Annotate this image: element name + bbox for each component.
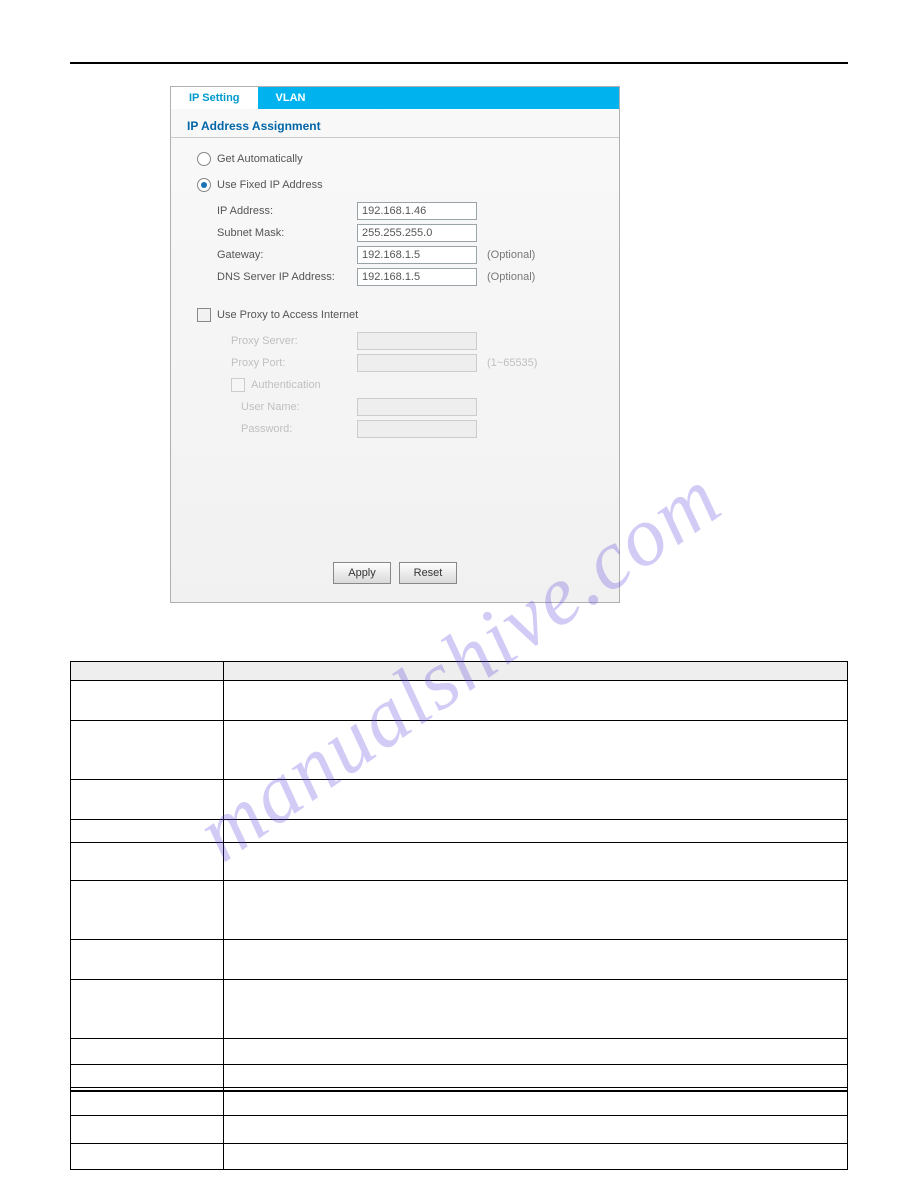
table-row xyxy=(71,681,847,721)
reset-button[interactable]: Reset xyxy=(399,562,457,584)
table-row xyxy=(71,881,847,940)
top-rule xyxy=(70,62,848,64)
table-row xyxy=(71,843,847,881)
auth-label: Authentication xyxy=(251,379,321,391)
table-row xyxy=(71,780,847,820)
settings-panel: IP Setting VLAN IP Address Assignment Ge… xyxy=(170,86,620,603)
dns-input[interactable]: 192.168.1.5 xyxy=(357,268,477,286)
gateway-input[interactable]: 192.168.1.5 xyxy=(357,246,477,264)
ip-address-label: IP Address: xyxy=(217,205,357,217)
proxy-port-hint: (1~65535) xyxy=(487,357,537,369)
username-input xyxy=(357,398,477,416)
table-row xyxy=(71,940,847,980)
radio-icon xyxy=(197,178,211,192)
use-proxy-checkbox[interactable]: Use Proxy to Access Internet xyxy=(197,304,603,326)
table-row xyxy=(71,721,847,780)
section-divider xyxy=(171,137,619,138)
subnet-mask-label: Subnet Mask: xyxy=(217,227,357,239)
proxy-server-label: Proxy Server: xyxy=(231,335,357,347)
tab-bar: IP Setting VLAN xyxy=(171,87,619,109)
proxy-port-input xyxy=(357,354,477,372)
table-row xyxy=(71,1116,847,1144)
table-row xyxy=(71,1065,847,1088)
radio-get-automatically[interactable]: Get Automatically xyxy=(197,148,603,170)
table-row xyxy=(71,820,847,843)
tab-vlan[interactable]: VLAN xyxy=(258,87,324,109)
button-bar: Apply Reset xyxy=(187,556,603,594)
password-input xyxy=(357,420,477,438)
proxy-server-input xyxy=(357,332,477,350)
gateway-label: Gateway: xyxy=(217,249,357,261)
table-row xyxy=(71,662,847,681)
username-label: User Name: xyxy=(241,401,357,413)
checkbox-icon xyxy=(197,308,211,322)
table-row xyxy=(71,1039,847,1065)
password-label: Password: xyxy=(241,423,357,435)
apply-button[interactable]: Apply xyxy=(333,562,391,584)
tab-ip-setting[interactable]: IP Setting xyxy=(171,87,258,109)
proxy-port-label: Proxy Port: xyxy=(231,357,357,369)
table-row xyxy=(71,1088,847,1116)
section-title: IP Address Assignment xyxy=(187,119,603,133)
description-table xyxy=(70,661,848,1170)
table-row xyxy=(71,1144,847,1170)
dns-hint: (Optional) xyxy=(487,271,535,283)
checkbox-label: Use Proxy to Access Internet xyxy=(217,309,358,321)
radio-label: Use Fixed IP Address xyxy=(217,179,323,191)
bottom-rule xyxy=(70,1090,848,1092)
radio-icon xyxy=(197,152,211,166)
radio-use-fixed-ip[interactable]: Use Fixed IP Address xyxy=(197,174,603,196)
table-row xyxy=(71,980,847,1039)
dns-label: DNS Server IP Address: xyxy=(217,271,357,283)
subnet-mask-input[interactable]: 255.255.255.0 xyxy=(357,224,477,242)
ip-address-input[interactable]: 192.168.1.46 xyxy=(357,202,477,220)
radio-label: Get Automatically xyxy=(217,153,303,165)
auth-checkbox-icon xyxy=(231,378,245,392)
gateway-hint: (Optional) xyxy=(487,249,535,261)
